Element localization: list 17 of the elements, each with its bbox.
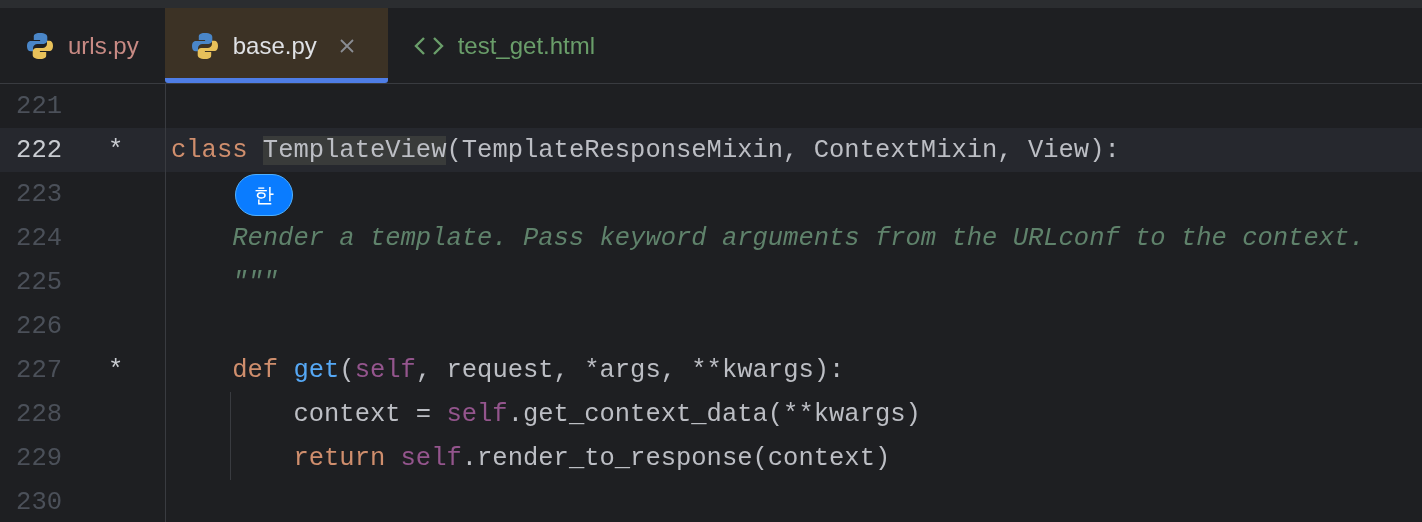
file-tab[interactable]: test_get.html <box>387 8 622 83</box>
code-brackets-icon <box>413 35 444 56</box>
code-line: """ <box>231 267 279 297</box>
close-icon[interactable] <box>338 37 355 54</box>
python-icon <box>190 31 219 60</box>
change-marker: * <box>108 355 124 385</box>
code-line: class TemplateView(TemplateResponseMixin, ContextMixin, View): <box>170 135 1120 165</box>
change-marker: * <box>108 135 124 165</box>
code-line: def get(self, request, *args, **kwargs): <box>231 355 845 385</box>
file-tab[interactable]: base.py <box>164 8 388 83</box>
code-line: return self.render_to_response(context) <box>292 443 891 473</box>
code-line: Render a template. Pass keyword arguments from the URLconf to the context. <box>231 223 1365 253</box>
file-tab[interactable]: urls.py <box>0 8 165 83</box>
input-method-badge: 한 <box>235 174 293 216</box>
code-line: context = self.get_context_data(**kwargs) <box>292 399 921 429</box>
line-number: 222 <box>15 135 62 165</box>
python-icon <box>26 31 54 60</box>
